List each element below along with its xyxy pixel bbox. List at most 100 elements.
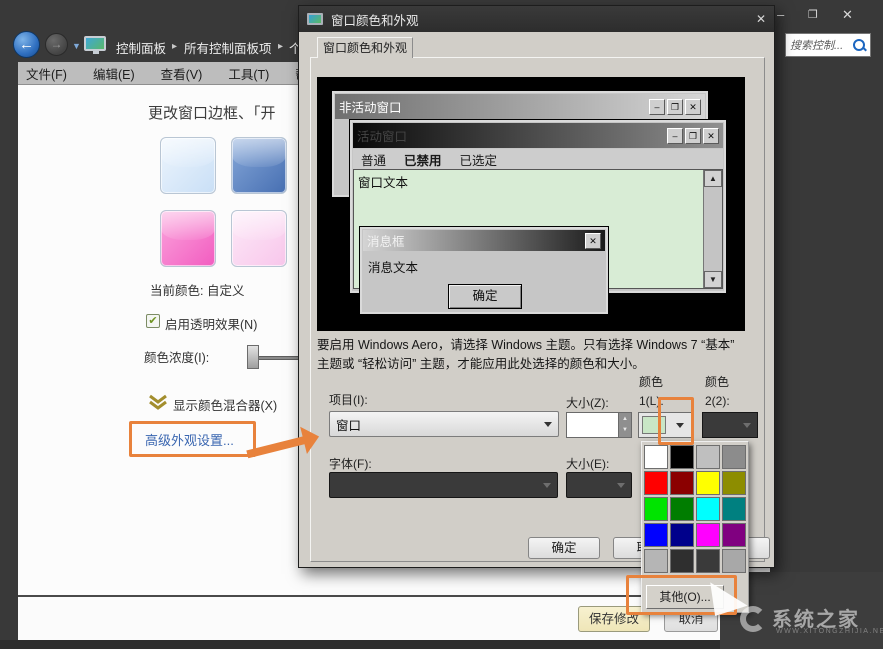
menu-tools[interactable]: 工具(T) [228,64,269,83]
breadcrumb-separator-icon: ▸ [172,41,177,52]
preview-message-box: 消息框 ✕ 消息文本 确定 [359,226,609,315]
close-icon: ✕ [703,128,719,144]
palette-color-cell[interactable] [696,549,720,573]
search-input[interactable]: 搜索控制... [790,37,852,53]
color-swatch-light-pink[interactable] [231,210,287,267]
current-color-label: 当前颜色: 自定义 [150,280,244,299]
minimize-button[interactable]: – [777,8,784,22]
spin-down-icon[interactable]: ▼ [619,427,631,433]
spinner-arrows[interactable]: ▲ ▼ [618,413,631,437]
palette-color-cell[interactable] [644,523,668,547]
close-icon: ✕ [685,99,701,115]
palette-color-cell[interactable] [644,471,668,495]
scroll-down-icon: ▼ [704,271,722,288]
gloss [232,138,286,167]
gloss [161,211,215,240]
color1-label-line1: 颜色 [639,373,663,390]
preview-ok-button: 确定 [448,284,522,309]
font-label: 字体(F): [329,455,372,472]
forward-icon: → [51,37,63,51]
dropdown-arrow-icon [617,483,625,488]
color2-dropdown[interactable] [702,412,758,438]
color-palette-grid [644,445,748,573]
color-mixer-label[interactable]: 显示颜色混合器(X) [173,395,277,414]
palette-color-cell[interactable] [670,523,694,547]
size-z-spinner[interactable]: ▲ ▼ [566,412,632,438]
color-swatch-pink[interactable] [160,210,216,267]
check-icon: ✔ [148,315,157,327]
transparency-checkbox[interactable]: ✔ [146,314,160,328]
dropdown-arrow-icon [544,422,552,427]
palette-color-cell[interactable] [670,471,694,495]
personalization-icon [84,36,106,51]
palette-color-cell[interactable] [722,471,746,495]
chevron-down-icon[interactable] [148,394,168,410]
palette-color-cell[interactable] [722,549,746,573]
tab-window-color-appearance[interactable]: 窗口颜色和外观 [317,37,413,58]
palette-color-cell[interactable] [696,523,720,547]
palette-color-cell[interactable] [644,549,668,573]
palette-color-cell[interactable] [696,445,720,469]
intensity-label: 颜色浓度(I): [144,347,209,366]
spin-up-icon[interactable]: ▲ [619,416,631,422]
palette-color-cell[interactable] [670,549,694,573]
dialog-close-icon[interactable]: ✕ [756,12,766,26]
preview-message-text: 消息文本 [368,257,418,276]
search-icon[interactable] [852,38,866,52]
recent-pages-caret-icon[interactable]: ▼ [72,41,81,51]
transparency-label: 启用透明效果(N) [165,314,257,333]
palette-color-cell[interactable] [670,497,694,521]
preview-window-text: 窗口文本 [358,172,408,191]
gloss [161,138,215,167]
back-icon: ← [19,36,34,53]
palette-color-cell[interactable] [722,523,746,547]
preview-inactive-title: 非活动窗口 [339,97,647,116]
breadcrumb-all-items[interactable]: 所有控制面板项 [184,38,272,57]
size-e-dropdown[interactable] [566,472,632,498]
color2-label-line1: 颜色 [705,373,729,390]
palette-color-cell[interactable] [722,497,746,521]
color-swatch-light-blue[interactable] [160,137,216,194]
item-dropdown[interactable]: 窗口 [329,411,559,437]
close-button[interactable]: ✕ [842,8,853,22]
aero-note: 要启用 Windows Aero，请选择 Windows 主题。只有选择 Win… [317,336,747,374]
dropdown-arrow-icon [543,483,551,488]
preview-menu-bar: 普通 已禁用 已选定 [353,149,723,169]
preview-active-titlebar: 活动窗口 – ❐ ✕ [353,123,723,148]
item-label: 项目(I): [329,391,368,408]
breadcrumb-control-panel[interactable]: 控制面板 [116,38,166,57]
gloss [232,211,286,240]
size-e-label: 大小(E): [566,455,609,472]
close-icon: ✕ [585,233,601,249]
dialog-ok-button[interactable]: 确定 [528,537,600,559]
watermark-logo-icon [740,606,766,632]
maximize-button[interactable]: ❐ [808,8,818,22]
palette-color-cell[interactable] [696,497,720,521]
search-box[interactable]: 搜索控制... [785,33,871,57]
size-z-label: 大小(Z): [566,394,609,411]
palette-color-cell[interactable] [644,445,668,469]
menu-file[interactable]: 文件(F) [26,64,67,83]
arrow-head [300,423,322,454]
palette-color-cell[interactable] [722,445,746,469]
font-dropdown[interactable] [329,472,558,498]
preview-menu-disabled: 已禁用 [404,150,442,169]
dialog-title: 窗口颜色和外观 [331,10,748,29]
intensity-slider-thumb[interactable] [247,345,259,369]
palette-color-cell[interactable] [644,497,668,521]
minimize-icon: – [667,128,683,144]
preview-msgbox-title: 消息框 [367,231,583,250]
palette-color-cell[interactable] [670,445,694,469]
highlight-color1-arrow [658,397,694,445]
forward-button[interactable]: → [45,33,68,56]
color2-label-line2: 2(2): [705,394,730,408]
display-icon [307,13,323,25]
dialog-title-bar[interactable]: 窗口颜色和外观 ✕ [299,6,774,32]
menu-view[interactable]: 查看(V) [161,64,203,83]
color-swatch-blue[interactable] [231,137,287,194]
highlight-advanced-link [129,421,256,457]
back-button[interactable]: ← [13,31,40,58]
preview-scrollbar: ▲ ▼ [703,170,722,288]
menu-edit[interactable]: 编辑(E) [93,64,135,83]
palette-color-cell[interactable] [696,471,720,495]
